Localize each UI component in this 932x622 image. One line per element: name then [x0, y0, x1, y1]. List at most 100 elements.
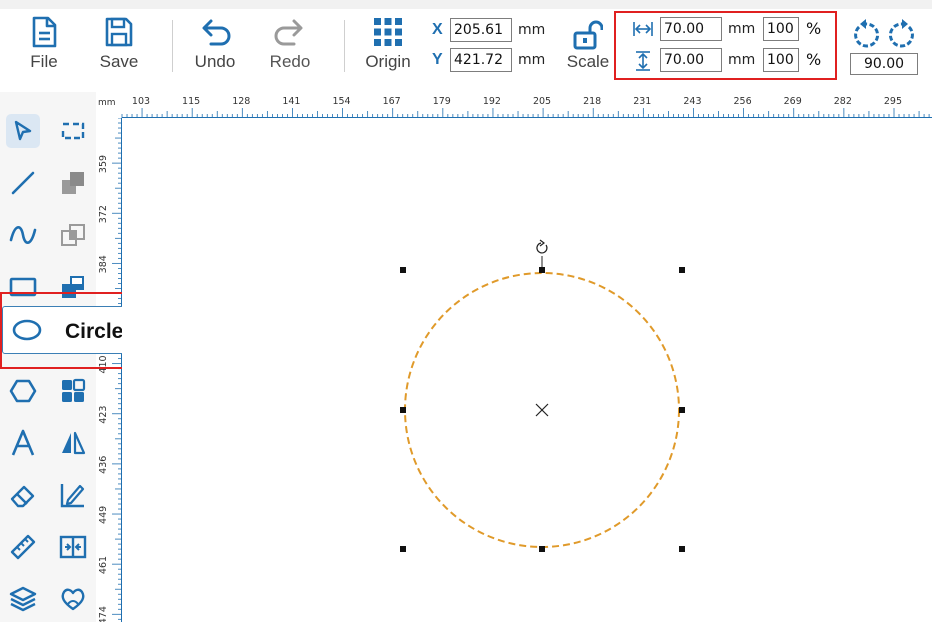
ruler-tick-label: 436: [98, 456, 109, 474]
resize-handle-bottom-left[interactable]: [400, 546, 406, 552]
center-cross-icon: [535, 403, 549, 417]
mirror-tool[interactable]: [56, 426, 90, 460]
grid-squares-icon: [62, 378, 86, 402]
ruler-tick-label: 141: [282, 96, 300, 107]
file-icon: [32, 16, 57, 48]
wave-icon: [9, 226, 37, 244]
heart-cloud-icon: [61, 588, 85, 611]
align-center-tool[interactable]: [56, 530, 90, 564]
redo-button[interactable]: Redo: [266, 16, 314, 72]
mirror-icon: [62, 431, 86, 455]
text-tool[interactable]: [6, 426, 40, 460]
width-unit: mm: [728, 21, 756, 37]
top-toolbar: File Save Undo Redo Origin X 205.61 mm Y…: [0, 0, 932, 92]
ruler-tick-label: 295: [884, 96, 902, 107]
save-icon: [105, 17, 133, 47]
y-label: Y: [432, 51, 443, 68]
ruler-tick-label: 372: [98, 205, 109, 223]
x-position-field[interactable]: [450, 18, 512, 42]
ruler-tick-label: 179: [433, 96, 451, 107]
line-tool[interactable]: [6, 166, 40, 200]
ruler-tick-label: 167: [383, 96, 401, 107]
width-percent-field[interactable]: [763, 17, 799, 41]
horizontal-ruler[interactable]: mm 103 115 128 141 154 167 179 192 205 218 231 243 25…: [96, 92, 932, 118]
height-arrows-icon: [636, 51, 650, 71]
ruler-tick-label: 282: [834, 96, 852, 107]
resize-handle-right[interactable]: [679, 407, 685, 413]
polygon-tool[interactable]: [6, 374, 40, 408]
resize-handle-top-right[interactable]: [679, 267, 685, 273]
ruler-tick-label: 423: [98, 406, 109, 424]
file-button-label: File: [30, 52, 58, 71]
eraser-tool[interactable]: [6, 478, 40, 512]
origin-grid-icon: [374, 18, 402, 46]
ruler-icon: [10, 534, 36, 560]
align-center-icon: [59, 535, 87, 559]
ruler-tick-label: 128: [232, 96, 250, 107]
height-percent-sign: %: [806, 50, 822, 69]
height-percent-field[interactable]: [763, 48, 799, 72]
intersect-squares-icon: [61, 224, 85, 246]
resize-handle-top[interactable]: [539, 267, 545, 273]
drawing-canvas[interactable]: [122, 118, 932, 622]
undo-icon: [202, 19, 231, 46]
unlock-icon: [573, 20, 603, 50]
resize-handle-bottom[interactable]: [539, 546, 545, 552]
toolbar-divider: [172, 20, 173, 72]
toolbar-divider: [344, 20, 345, 72]
layers-tool[interactable]: [6, 582, 40, 616]
origin-button-label: Origin: [365, 52, 411, 71]
file-button[interactable]: File: [24, 16, 64, 72]
shapes-library-tool[interactable]: [56, 582, 90, 616]
ruler-tick-label: 103: [132, 96, 150, 107]
layers-icon: [9, 586, 37, 612]
scale-lock-button[interactable]: Scale: [564, 20, 612, 72]
undo-button[interactable]: Undo: [190, 16, 240, 72]
width-arrows-icon: [633, 22, 653, 36]
resize-handle-top-left[interactable]: [400, 267, 406, 273]
dashed-rectangle-icon: [61, 122, 85, 140]
intersect-tool[interactable]: [56, 218, 90, 252]
ellipse-icon: [12, 319, 42, 341]
x-label: X: [432, 21, 443, 38]
save-button-label: Save: [99, 52, 139, 71]
curve-tool[interactable]: [6, 218, 40, 252]
array-tool[interactable]: [56, 374, 90, 408]
measure-angle-tool[interactable]: [56, 478, 90, 512]
ruler-tick-label: 192: [483, 96, 501, 107]
y-unit: mm: [518, 52, 546, 68]
origin-button[interactable]: Origin: [360, 16, 416, 72]
ruler-tick-label: 218: [583, 96, 601, 107]
redo-icon: [274, 19, 303, 46]
line-icon: [11, 171, 35, 195]
rotation-angle-field[interactable]: [850, 53, 918, 75]
cursor-arrow-icon: [14, 120, 32, 141]
combine-tool[interactable]: [56, 166, 90, 200]
eraser-icon: [10, 485, 35, 508]
rotate-cw-icon: [888, 19, 914, 48]
angle-pen-icon: [60, 484, 85, 508]
height-unit: mm: [728, 52, 756, 68]
rotate-left-button[interactable]: [850, 18, 882, 50]
node-edit-tool[interactable]: [56, 114, 90, 148]
y-position-field[interactable]: [450, 48, 512, 72]
resize-handle-bottom-right[interactable]: [679, 546, 685, 552]
width-field[interactable]: [660, 17, 722, 41]
width-percent-sign: %: [806, 19, 822, 38]
ruler-tick-label: 474: [98, 606, 109, 622]
rotate-ccw-icon: [854, 19, 880, 48]
resize-handle-left[interactable]: [400, 407, 406, 413]
rotate-handle-icon[interactable]: [536, 239, 548, 254]
ruler-tool[interactable]: [6, 530, 40, 564]
save-button[interactable]: Save: [96, 16, 142, 72]
redo-button-label: Redo: [269, 52, 311, 71]
rotate-right-button[interactable]: [886, 18, 918, 50]
letter-a-icon: [11, 429, 35, 456]
ruler-tick-label: 256: [733, 96, 751, 107]
ruler-tick-label: 461: [98, 556, 109, 574]
height-field[interactable]: [660, 48, 722, 72]
ruler-tick-label: 359: [98, 155, 109, 173]
vertical-ruler[interactable]: 359372384397410423436449461474: [96, 118, 122, 622]
ruler-tick-label: 231: [633, 96, 651, 107]
select-tool[interactable]: [6, 114, 40, 148]
